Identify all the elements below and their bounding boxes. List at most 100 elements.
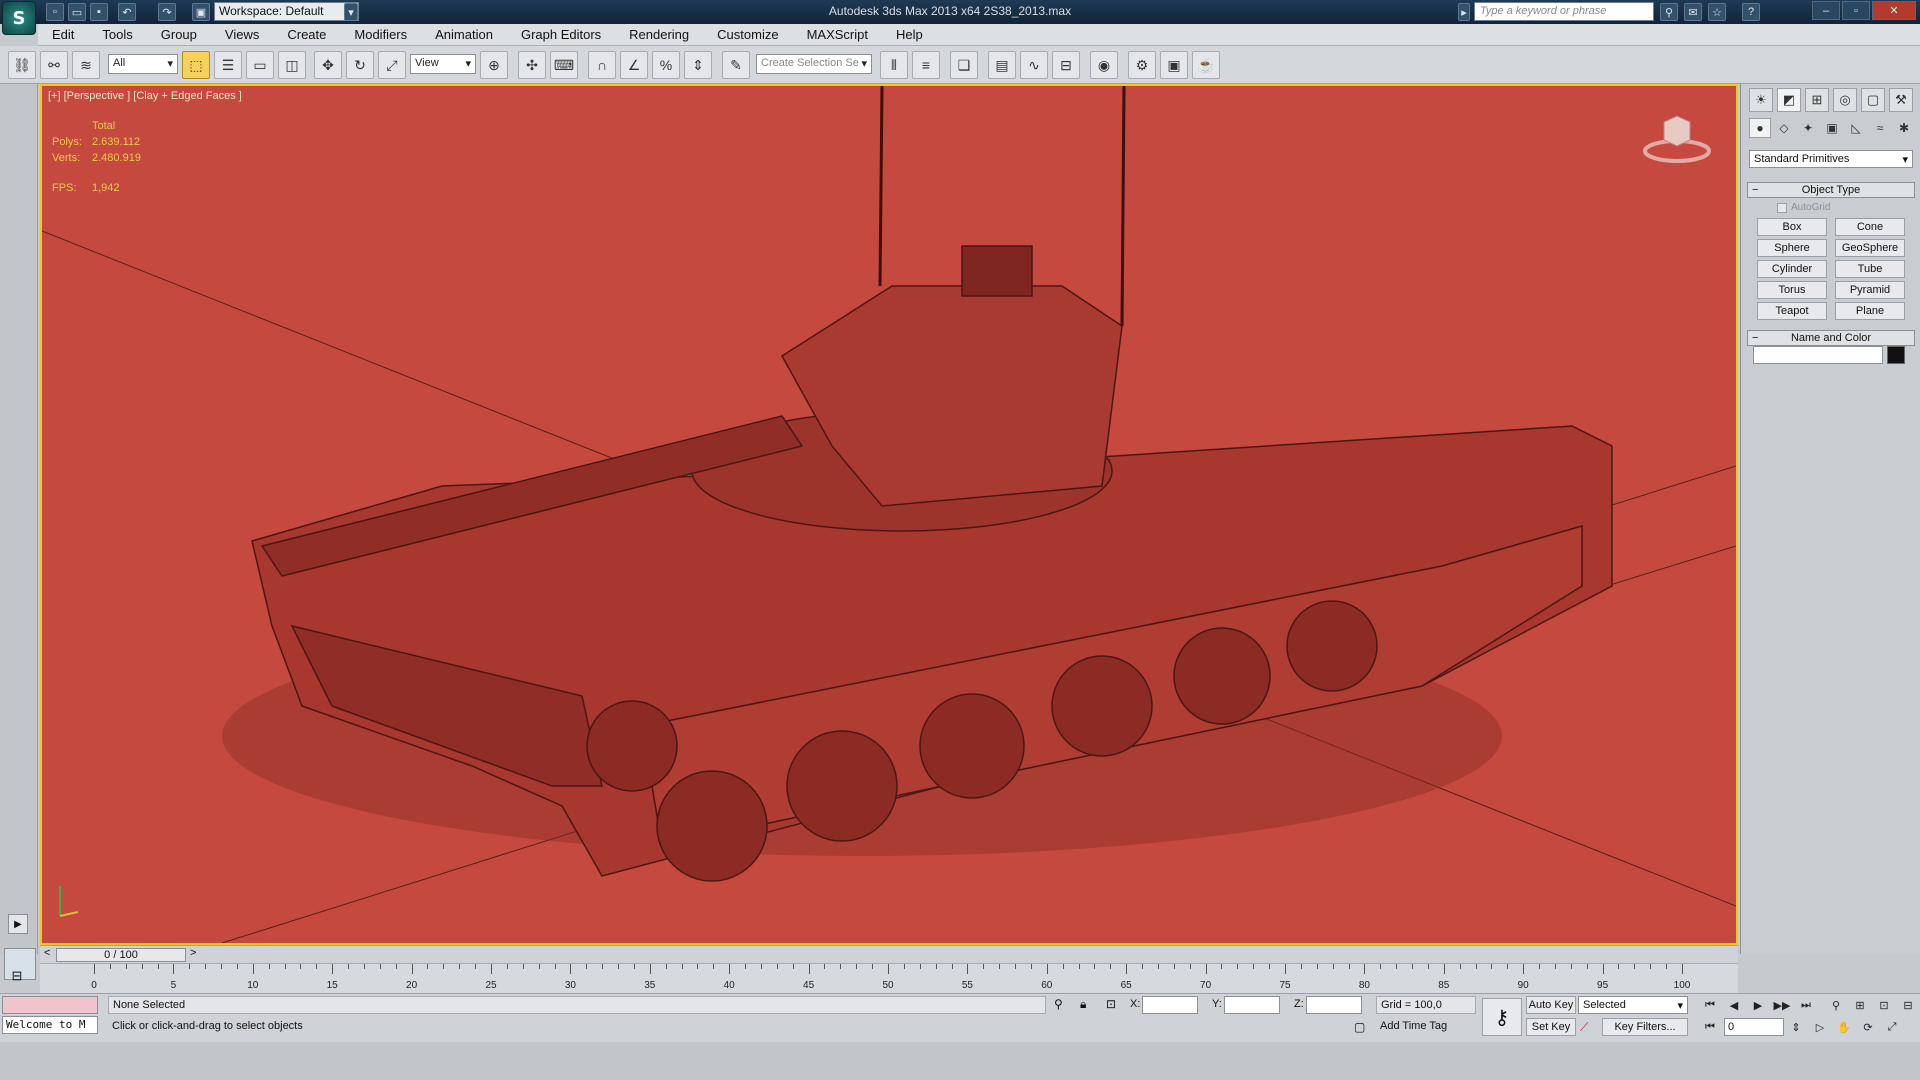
object-color-swatch[interactable]	[1887, 346, 1905, 364]
render-setup-icon[interactable]: ⚙	[1128, 51, 1156, 79]
menu-rendering[interactable]: Rendering	[615, 27, 703, 42]
window-crossing-icon[interactable]: ◫	[278, 51, 306, 79]
field-of-view-icon[interactable]: ▷	[1810, 1018, 1830, 1036]
project-folder-icon[interactable]: ▣	[192, 3, 210, 21]
viewcube-icon[interactable]	[1642, 106, 1712, 166]
next-key-icon[interactable]: ▶︎▶︎	[1772, 996, 1792, 1014]
lights-icon[interactable]: ✦	[1797, 118, 1819, 138]
align-icon[interactable]: ≡	[912, 51, 940, 79]
reference-coordinate-dropdown[interactable]: View ▾	[410, 54, 476, 74]
zoom-extents-icon[interactable]: ⊡	[1874, 996, 1894, 1014]
workspace-menu-icon[interactable]: ▾	[344, 3, 358, 21]
time-tag-icon[interactable]: ▢	[1354, 1020, 1365, 1034]
undo-icon[interactable]: ↶	[118, 3, 136, 21]
minimize-icon[interactable]: –	[1812, 1, 1840, 20]
select-by-name-icon[interactable]: ☰	[214, 51, 242, 79]
spinner-snap-icon[interactable]: ⇕	[684, 51, 712, 79]
edit-named-selection-icon[interactable]: ✎	[722, 51, 750, 79]
help-icon[interactable]: ?	[1742, 3, 1760, 21]
name-and-color-rollout[interactable]: − Name and Color	[1747, 330, 1915, 346]
angle-snap-icon[interactable]: ∠	[620, 51, 648, 79]
perspective-viewport[interactable]: [+] [Perspective ] [Clay + Edged Faces ]…	[40, 84, 1738, 945]
selection-filter-dropdown[interactable]: All ▾	[108, 54, 178, 74]
go-to-end-icon[interactable]: ⏭	[1796, 996, 1816, 1014]
orbit-icon[interactable]: ⟳	[1858, 1018, 1878, 1036]
modify-tab-icon[interactable]: ◩	[1777, 88, 1801, 112]
autogrid-checkbox[interactable]: AutoGrid	[1777, 202, 1830, 213]
menu-graph-editors[interactable]: Graph Editors	[507, 27, 615, 42]
menu-modifiers[interactable]: Modifiers	[340, 27, 421, 42]
create-tab-icon[interactable]: ☀	[1749, 88, 1773, 112]
select-object-icon[interactable]: ⬚	[182, 51, 210, 79]
curve-editor-icon[interactable]: ∿	[1020, 51, 1048, 79]
key-filters-button[interactable]: Key Filters...	[1602, 1018, 1688, 1036]
menu-maxscript[interactable]: MAXScript	[793, 27, 882, 42]
viewcube-cube[interactable]	[1663, 115, 1691, 147]
time-slider[interactable]: < 0 / 100 >	[40, 945, 1738, 963]
utilities-tab-icon[interactable]: ⚒	[1889, 88, 1913, 112]
rectangular-selection-icon[interactable]: ▭	[246, 51, 274, 79]
redo-icon[interactable]: ↷	[158, 3, 176, 21]
open-curve-editor-icon[interactable]: ⊟	[6, 968, 28, 988]
maxscript-listener-input[interactable]: Welcome to M	[2, 1016, 98, 1034]
zoom-icon[interactable]: ⚲	[1826, 996, 1846, 1014]
key-mode-dropdown[interactable]: Selected ▾	[1578, 996, 1688, 1014]
mirror-icon[interactable]: ⫴	[880, 51, 908, 79]
select-and-rotate-icon[interactable]: ↻	[346, 51, 374, 79]
z-coordinate-field[interactable]	[1306, 996, 1362, 1014]
percent-snap-icon[interactable]: %	[652, 51, 680, 79]
time-configuration-icon[interactable]: ⇕	[1786, 1018, 1806, 1036]
schematic-view-icon[interactable]: ⊟	[1052, 51, 1080, 79]
pan-view-icon[interactable]: ✋	[1834, 1018, 1854, 1036]
cameras-icon[interactable]: ▣	[1821, 118, 1843, 138]
render-production-icon[interactable]: ☕	[1192, 51, 1220, 79]
snaps-toggle-icon[interactable]: ∩	[588, 51, 616, 79]
zoom-extents-all-icon[interactable]: ⊟	[1898, 996, 1918, 1014]
set-key-button[interactable]: Set Key	[1526, 1018, 1576, 1036]
rendered-frame-window-icon[interactable]: ▣	[1160, 51, 1188, 79]
menu-animation[interactable]: Animation	[421, 27, 507, 42]
next-frame-icon[interactable]: >	[190, 947, 196, 959]
workspace-dropdown[interactable]: Workspace: Default ▾	[214, 2, 359, 21]
track-bar[interactable]: ⊟ 0 5 10 15 20 25 30 35 40 45 50 55 60 65 70 75 80 85 90 95…	[12, 963, 1738, 993]
cylinder-button[interactable]: Cylinder	[1757, 260, 1827, 278]
binoculars-icon[interactable]: ⚲	[1660, 3, 1678, 21]
communication-center-icon[interactable]: ✉	[1684, 3, 1702, 21]
systems-icon[interactable]: ✱	[1893, 118, 1915, 138]
play-icon[interactable]: ▶︎	[1748, 996, 1768, 1014]
select-and-move-icon[interactable]: ✥	[314, 51, 342, 79]
select-and-scale-icon[interactable]: ⤢	[378, 51, 406, 79]
select-and-link-icon[interactable]: ⛓	[8, 51, 36, 79]
menu-edit[interactable]: Edit	[38, 27, 88, 42]
maximize-viewport-icon[interactable]: ⤢	[1882, 1018, 1902, 1036]
bind-space-warp-icon[interactable]: ≋	[72, 51, 100, 79]
geometry-icon[interactable]: ●	[1749, 118, 1771, 138]
y-coordinate-field[interactable]	[1224, 996, 1280, 1014]
maxscript-listener-output[interactable]	[2, 996, 98, 1014]
previous-key-icon[interactable]: ◀︎	[1724, 996, 1744, 1014]
space-warps-icon[interactable]: ≈	[1869, 118, 1891, 138]
new-file-icon[interactable]: ▫	[46, 3, 64, 21]
absolute-mode-icon[interactable]: ⊡	[1106, 997, 1116, 1011]
layer-manager-icon[interactable]: ❏	[950, 51, 978, 79]
x-coordinate-field[interactable]	[1142, 996, 1198, 1014]
graphite-modeling-tools-icon[interactable]: ▤	[988, 51, 1016, 79]
menu-customize[interactable]: Customize	[703, 27, 792, 42]
menu-tools[interactable]: Tools	[88, 27, 146, 42]
add-time-tag[interactable]: Add Time Tag	[1376, 1018, 1476, 1036]
close-icon[interactable]: ✕	[1872, 1, 1916, 20]
unlink-selection-icon[interactable]: ⚯	[40, 51, 68, 79]
key-mode-toggle-icon[interactable]: ⏮	[1700, 1018, 1720, 1036]
favorites-icon[interactable]: ☆	[1708, 3, 1726, 21]
named-selection-dropdown[interactable]: Create Selection Se ▾	[756, 54, 872, 74]
display-tab-icon[interactable]: ▢	[1861, 88, 1885, 112]
selection-lock-icon[interactable]: 🔒︎	[1080, 997, 1086, 1012]
geosphere-button[interactable]: GeoSphere	[1835, 239, 1905, 257]
cone-button[interactable]: Cone	[1835, 218, 1905, 236]
menu-create[interactable]: Create	[273, 27, 340, 42]
sphere-button[interactable]: Sphere	[1757, 239, 1827, 257]
plane-button[interactable]: Plane	[1835, 302, 1905, 320]
go-to-start-icon[interactable]: ⏮	[1700, 996, 1720, 1014]
manipulate-icon[interactable]: ✣	[518, 51, 546, 79]
torus-button[interactable]: Torus	[1757, 281, 1827, 299]
